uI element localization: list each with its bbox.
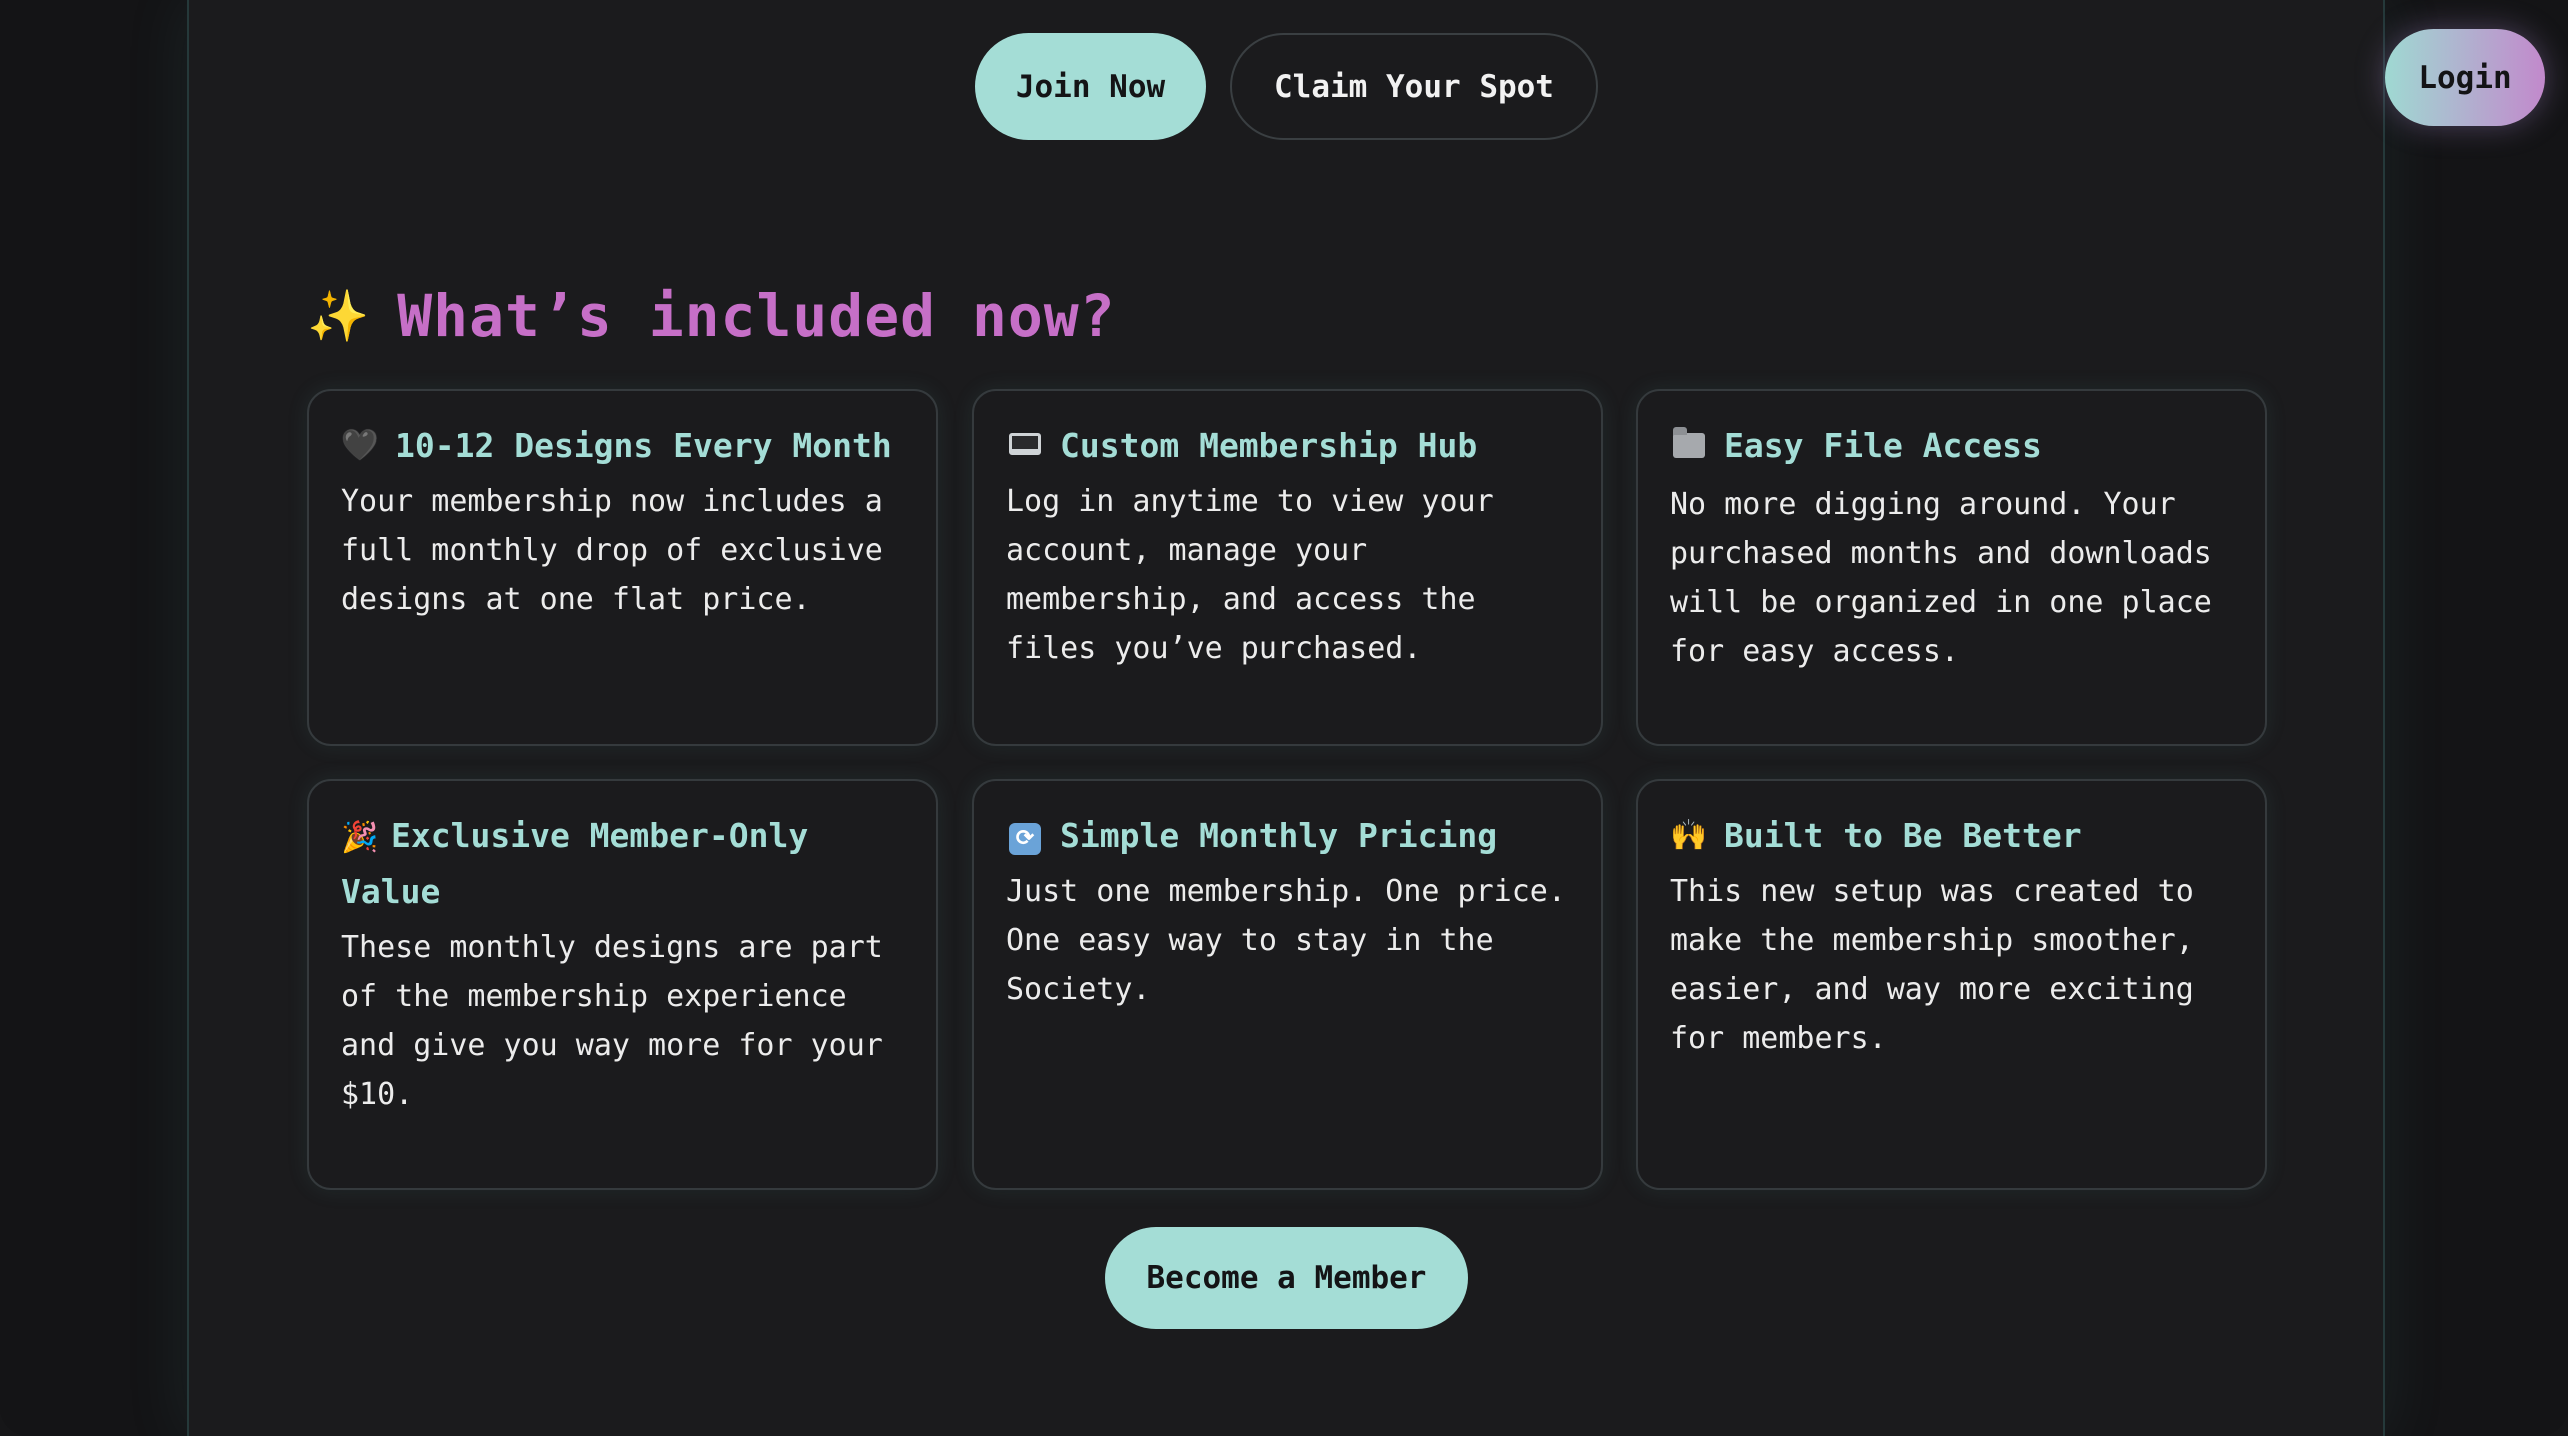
become-a-member-button[interactable]: Become a Member — [1105, 1227, 1468, 1329]
party-popper-icon: 🎉 — [341, 820, 379, 855]
feature-description: No more digging around. Your purchased m… — [1670, 487, 2212, 669]
feature-card-built-better: 🙌 Built to Be Better This new setup was … — [1636, 779, 2267, 1190]
raised-hands-icon: 🙌 — [1670, 818, 1708, 853]
repeat-icon: ⟳ — [1006, 809, 1044, 863]
section-title: What’s included now? — [397, 282, 1116, 350]
feature-card-file-access: Easy File Access No more digging around.… — [1636, 389, 2267, 746]
feature-card-exclusive-value: 🎉 Exclusive Member-Only Value These month… — [307, 779, 938, 1190]
sparkles-icon: ✨ — [307, 286, 370, 345]
page-stage: Join Now Claim Your Spot Login ✨ What’s … — [0, 0, 2568, 1436]
claim-your-spot-button[interactable]: Claim Your Spot — [1230, 33, 1598, 140]
feature-card-hub: Custom Membership Hub Log in anytime to … — [972, 389, 1603, 746]
black-heart-icon: 🖤 — [341, 428, 379, 463]
feature-title: 10-12 Designs Every Month — [395, 426, 892, 465]
feature-title: Custom Membership Hub — [1060, 426, 1478, 465]
section-heading: ✨ What’s included now? — [307, 276, 1116, 356]
feature-title: Easy File Access — [1724, 426, 2042, 465]
feature-description: These monthly designs are part of the me… — [341, 930, 883, 1112]
feature-description: Log in anytime to view your account, man… — [1006, 484, 1494, 666]
feature-description: This new setup was created to make the m… — [1670, 874, 2194, 1056]
feature-description: Your membership now includes a full mont… — [341, 484, 883, 617]
feature-card-designs: 🖤 10-12 Designs Every Month Your members… — [307, 389, 938, 746]
laptop-icon — [1006, 419, 1044, 473]
join-now-button[interactable]: Join Now — [975, 33, 1206, 140]
folder-icon — [1670, 419, 1708, 476]
feature-title: Exclusive Member-Only Value — [341, 816, 809, 911]
feature-title: Built to Be Better — [1724, 816, 2082, 855]
login-button[interactable]: Login — [2385, 29, 2545, 126]
feature-title: Simple Monthly Pricing — [1060, 816, 1498, 855]
feature-description: Just one membership. One price. One easy… — [1006, 874, 1566, 1007]
feature-card-pricing: ⟳ Simple Monthly Pricing Just one member… — [972, 779, 1603, 1190]
